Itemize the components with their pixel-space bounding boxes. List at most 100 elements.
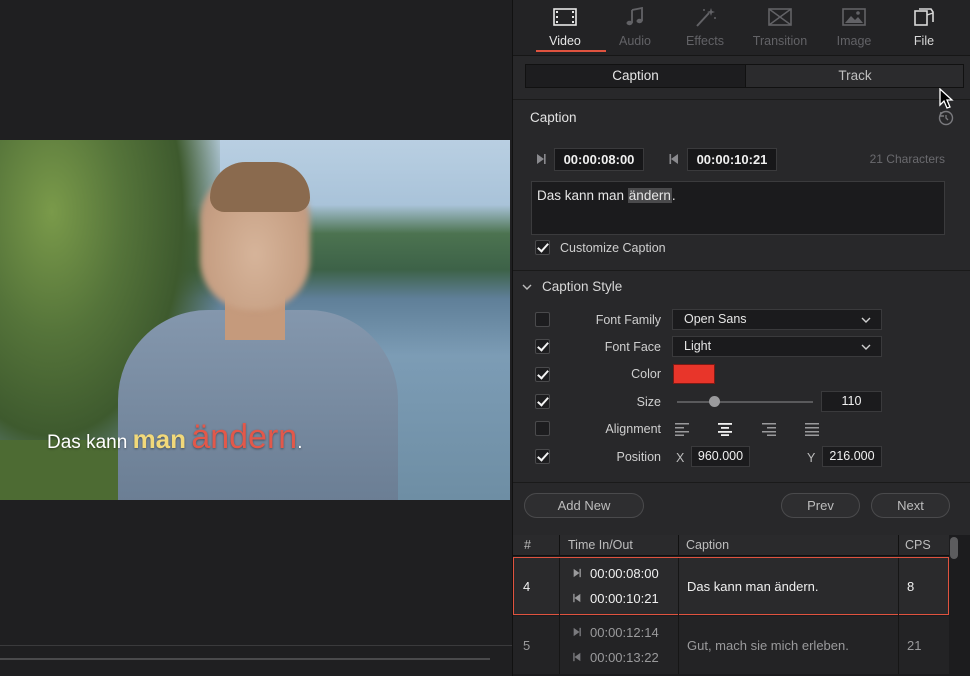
viewer-divider — [0, 645, 512, 646]
segment-track[interactable]: Track — [745, 65, 964, 87]
color-swatch[interactable] — [673, 364, 715, 384]
column-header-caption: Caption — [686, 538, 730, 552]
x-label: X — [676, 451, 685, 465]
row-caption: Gut, mach sie mich erleben. — [687, 638, 849, 653]
table-header: # Time In/Out Caption CPS — [513, 535, 949, 556]
caption-text-end: . — [671, 188, 676, 203]
column-divider — [678, 616, 679, 674]
caption-style-header[interactable]: Caption Style — [513, 272, 970, 302]
mark-in-icon — [537, 154, 546, 164]
font-face-dropdown[interactable]: Light — [672, 336, 882, 357]
inspector-tabs: Video Audio Effects Transition Image Fil… — [513, 0, 970, 56]
image-icon — [842, 8, 866, 26]
column-divider — [678, 558, 679, 616]
mark-out-icon — [573, 593, 581, 603]
mark-out-icon — [573, 652, 581, 662]
color-label: Color — [631, 367, 661, 381]
file-icon — [914, 8, 934, 26]
video-viewer: Das kann man ändern. — [0, 0, 512, 676]
column-divider — [559, 616, 560, 674]
add-new-button[interactable]: Add New — [524, 493, 644, 518]
tab-label: File — [913, 34, 935, 48]
mark-in-icon — [573, 627, 581, 637]
size-slider[interactable] — [677, 401, 813, 403]
align-right-icon[interactable] — [761, 422, 777, 436]
row-number: 4 — [523, 579, 531, 594]
person-hair — [210, 162, 310, 212]
row-time-in: 00:00:08:00 — [590, 566, 659, 581]
align-justify-icon[interactable] — [804, 422, 820, 436]
caption-track-toggle: Caption Track — [525, 64, 964, 88]
mouse-cursor-icon — [939, 88, 954, 109]
font-family-label: Font Family — [595, 313, 661, 327]
size-slider-handle[interactable] — [709, 396, 720, 407]
mark-in-icon — [573, 568, 581, 578]
row-time-out: 00:00:13:22 — [590, 650, 659, 665]
music-note-icon — [626, 7, 643, 26]
table-scrollbar[interactable] — [950, 537, 958, 559]
align-left-icon[interactable] — [674, 422, 690, 436]
character-count: 21 Characters — [869, 152, 945, 166]
font-family-value: Open Sans — [684, 312, 747, 326]
table-row[interactable]: 5 00:00:12:14 00:00:13:22 Gut, mach sie … — [513, 616, 949, 674]
next-button[interactable]: Next — [871, 493, 950, 518]
column-divider — [678, 535, 679, 556]
magic-wand-icon — [696, 8, 716, 27]
align-center-icon[interactable] — [717, 422, 733, 436]
overlay-caption: Das kann man ändern. — [47, 418, 302, 457]
column-header-time: Time In/Out — [568, 538, 633, 552]
column-divider — [898, 616, 899, 674]
selected-text: ändern — [627, 188, 672, 203]
column-header-cps: CPS — [905, 538, 931, 552]
divider — [513, 482, 970, 483]
alignment-label: Alignment — [605, 422, 661, 436]
position-label: Position — [616, 450, 661, 464]
chevron-down-icon — [522, 284, 532, 290]
caption-text-field[interactable]: Das kann man ändern. — [531, 181, 945, 235]
row-cps: 8 — [907, 579, 915, 594]
column-divider — [559, 558, 560, 616]
row-time-in: 00:00:12:14 — [590, 625, 659, 640]
prev-button[interactable]: Prev — [781, 493, 860, 518]
caption-period: . — [297, 432, 303, 453]
column-divider — [898, 535, 899, 556]
y-label: Y — [807, 451, 816, 465]
size-label: Size — [636, 395, 661, 409]
caption-style-title: Caption Style — [542, 279, 623, 294]
tab-file[interactable]: File — [879, 0, 969, 56]
chevron-down-icon — [861, 317, 871, 323]
position-x-input[interactable]: 960.000 — [691, 446, 750, 467]
position-y-input[interactable]: 216.000 — [822, 446, 882, 467]
caption-word-highlight: man — [132, 424, 187, 454]
customize-caption-label: Customize Caption — [560, 241, 666, 255]
font-face-label: Font Face — [604, 340, 661, 354]
captions-table: # Time In/Out Caption CPS 4 00:00:08:00 … — [513, 535, 970, 676]
row-caption: Das kann man ändern. — [687, 579, 819, 594]
divider — [513, 270, 970, 271]
column-divider — [559, 535, 560, 556]
size-input[interactable]: 110 — [821, 391, 882, 412]
divider — [513, 99, 970, 100]
caption-word-changed: ändern — [191, 418, 298, 456]
transition-icon — [768, 8, 792, 26]
reset-icon[interactable] — [937, 109, 955, 127]
caption-section-title: Caption — [530, 110, 577, 125]
table-row[interactable]: 4 00:00:08:00 00:00:10:21 Das kann man ä… — [513, 557, 949, 616]
time-out-field[interactable]: 00:00:10:21 — [687, 148, 777, 171]
mark-out-icon — [669, 154, 678, 164]
caption-word: Das kann — [47, 432, 128, 453]
segment-caption[interactable]: Caption — [526, 65, 745, 87]
column-divider — [898, 558, 899, 616]
customize-caption-checkbox[interactable] — [535, 240, 550, 255]
chevron-down-icon — [861, 344, 871, 350]
time-in-field[interactable]: 00:00:08:00 — [554, 148, 644, 171]
font-family-dropdown[interactable]: Open Sans — [672, 309, 882, 330]
row-number: 5 — [523, 638, 531, 653]
inspector-panel: Video Audio Effects Transition Image Fil… — [512, 0, 970, 676]
column-header-number: # — [524, 538, 531, 552]
video-frame[interactable]: Das kann man ändern. — [0, 140, 510, 500]
timeline-scrubber[interactable] — [0, 658, 490, 660]
font-face-value: Light — [684, 339, 712, 353]
row-time-out: 00:00:10:21 — [590, 591, 659, 606]
film-strip-icon — [553, 8, 577, 26]
